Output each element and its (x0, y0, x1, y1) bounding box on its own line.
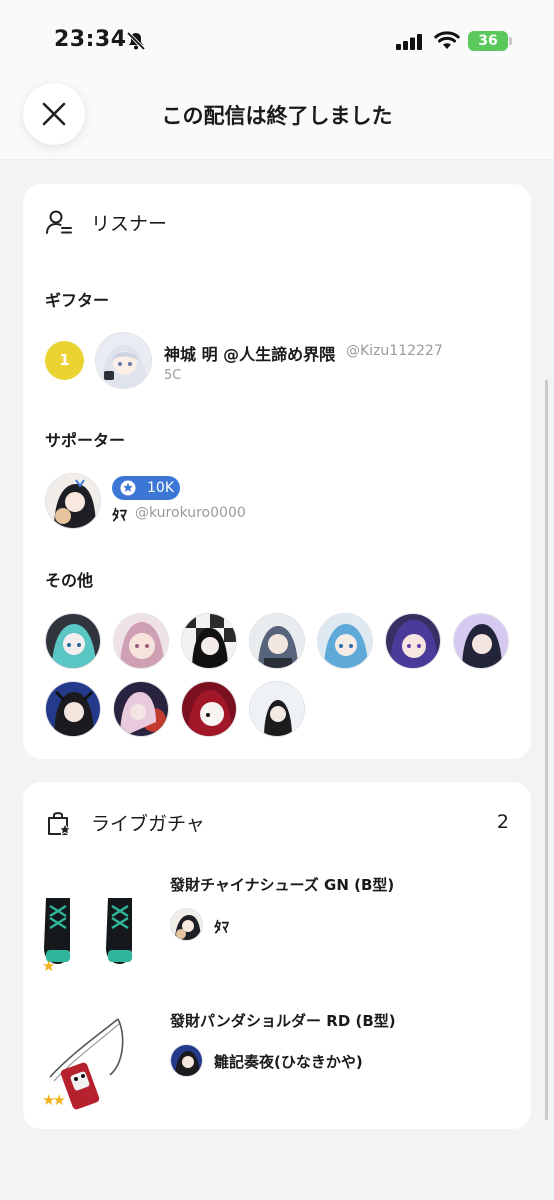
owner-avatar[interactable] (170, 1044, 203, 1077)
gifter-handle: @Kizu112227 (346, 343, 443, 359)
rarity-stars: ★★ (42, 1091, 66, 1109)
battery-tip (509, 37, 512, 45)
supporter-avatar[interactable] (45, 473, 101, 529)
gacha-item-name: 發財チャイナシューズ GN (B型) (170, 876, 395, 894)
gift-bag-star-icon (48, 812, 72, 836)
listener-avatar[interactable] (317, 613, 373, 669)
star-circle-icon (120, 480, 136, 496)
battery-icon: 36 (468, 31, 508, 51)
status-time: 23:34 (54, 27, 127, 52)
person-list-icon (46, 210, 72, 234)
listener-avatar[interactable] (249, 681, 305, 737)
scrollbar[interactable] (545, 380, 548, 1120)
gifter-heading: ギフター (45, 291, 110, 310)
listener-avatar[interactable] (249, 613, 305, 669)
rarity-stars: ★ (42, 957, 56, 975)
others-heading: その他 (45, 571, 94, 590)
supporter-handle: @kurokuro0000 (135, 505, 246, 521)
gacha-item-owner[interactable]: ﾀﾏ (214, 916, 229, 937)
supporter-badge: 10K (112, 476, 180, 500)
rank-badge: 1 (45, 341, 84, 380)
supporter-badge-value: 10K (147, 480, 174, 496)
listener-avatar[interactable] (181, 613, 237, 669)
listeners-title: リスナー (91, 213, 168, 235)
gacha-item-owner[interactable]: 雛記奏夜(ひなきかや) (214, 1051, 363, 1072)
page-title: この配信は終了しました (161, 104, 393, 128)
cellular-signal-icon (396, 34, 422, 50)
gifter-avatar[interactable] (95, 332, 152, 389)
owner-avatar[interactable] (170, 908, 203, 941)
listener-avatar[interactable] (113, 681, 169, 737)
listener-avatar[interactable] (181, 681, 237, 737)
listener-avatar[interactable] (453, 613, 509, 669)
gacha-title: ライブガチャ (91, 813, 205, 835)
header: この配信は終了しました (0, 80, 554, 160)
gacha-count: 2 (496, 811, 509, 833)
listener-avatar[interactable] (45, 613, 101, 669)
live-gacha-card: ライブガチャ 2 ★ 發財チャイナシューズ GN (B型) ﾀﾏ ★★ 發財パン… (23, 782, 531, 1129)
supporter-name[interactable]: ﾀﾏ (112, 504, 127, 525)
status-bar: 23:34 36 (0, 0, 554, 80)
wifi-icon (434, 31, 460, 49)
shoes-item-image (44, 898, 132, 964)
supporter-heading: サポーター (45, 431, 126, 450)
listener-avatar[interactable] (385, 613, 441, 669)
gacha-item-name: 發財パンダショルダー RD (B型) (170, 1012, 396, 1030)
gifter-name[interactable]: 神城 明 @人生諦め界隈 (164, 341, 335, 365)
bell-muted-icon (126, 31, 146, 51)
listener-avatar[interactable] (45, 681, 101, 737)
listeners-card: リスナー ギフター 1 神城 明 @人生諦め界隈 @Kizu112227 5C … (23, 184, 531, 759)
gift-amount: 5C (164, 368, 182, 383)
listener-avatar[interactable] (113, 613, 169, 669)
